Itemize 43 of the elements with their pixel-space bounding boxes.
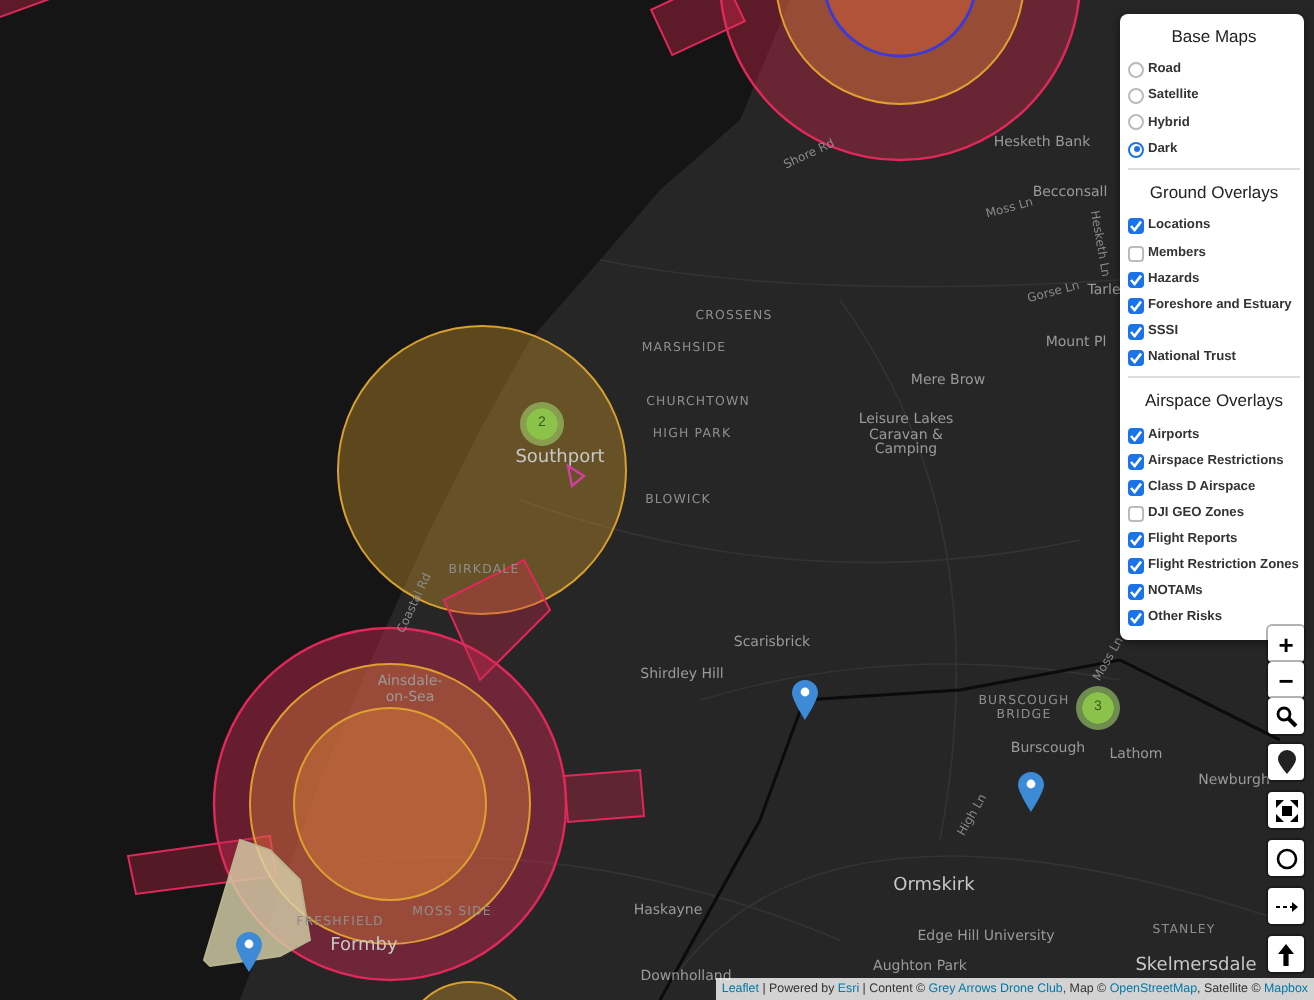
radio-button[interactable] <box>1128 88 1144 105</box>
fullscreen-icon <box>1275 799 1297 821</box>
up-arrow-icon <box>1278 943 1294 965</box>
fullscreen-button[interactable] <box>1268 792 1304 828</box>
checkbox[interactable] <box>1128 271 1144 288</box>
checkbox[interactable] <box>1128 323 1144 340</box>
radio-button[interactable] <box>1128 62 1144 79</box>
checkbox[interactable] <box>1128 453 1144 470</box>
checkbox[interactable] <box>1128 558 1144 575</box>
circle-icon <box>1275 847 1297 869</box>
triangle-marker-icon <box>566 463 587 489</box>
zoom-out-button[interactable]: − <box>1268 662 1304 698</box>
draw-circle-button[interactable] <box>1268 840 1304 876</box>
checkbox[interactable] <box>1128 532 1144 549</box>
radio-button[interactable] <box>1128 141 1144 158</box>
measure-button[interactable] <box>1268 888 1304 924</box>
map-pin-icon <box>236 932 262 972</box>
section-title: Airspace Overlays <box>1143 388 1285 415</box>
zoom-in-button[interactable]: + <box>1268 626 1304 662</box>
dotted-arrow-icon <box>1275 899 1297 913</box>
checkbox[interactable] <box>1128 610 1144 627</box>
checkbox[interactable] <box>1128 479 1144 496</box>
checkbox[interactable] <box>1128 349 1144 366</box>
checkbox[interactable] <box>1128 506 1144 523</box>
north-button[interactable] <box>1268 936 1304 972</box>
checkbox[interactable] <box>1128 218 1144 235</box>
town-label: Formby <box>330 938 398 958</box>
locate-button[interactable] <box>1268 744 1304 780</box>
town-label: Southport <box>515 450 605 470</box>
checkbox[interactable] <box>1128 427 1144 444</box>
search-button[interactable] <box>1268 698 1304 734</box>
section-title: Base Maps <box>1169 24 1259 50</box>
map-pin-icon <box>792 680 818 720</box>
section-title: Ground Overlays <box>1147 180 1281 206</box>
checkbox[interactable] <box>1128 245 1144 262</box>
town-label: Skelmersdale <box>1135 958 1257 978</box>
checkbox[interactable] <box>1128 584 1144 601</box>
radio-button[interactable] <box>1128 114 1144 131</box>
map-pin-icon <box>1018 772 1044 812</box>
town-label: Ormskirk <box>893 878 975 898</box>
checkbox[interactable] <box>1128 297 1144 314</box>
map-pin-icon <box>1277 750 1295 774</box>
search-icon <box>1275 705 1297 727</box>
